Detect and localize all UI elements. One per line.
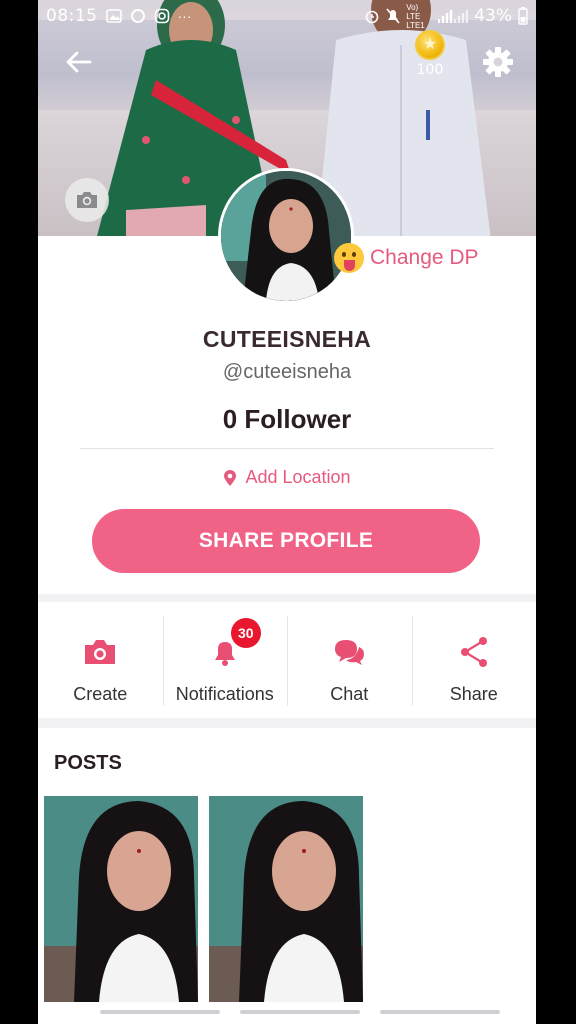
- display-name: CUTEEISNEHA: [202, 326, 372, 352]
- share-label: Share: [449, 684, 498, 704]
- post-thumbnail[interactable]: [44, 796, 198, 1002]
- create-label: Create: [73, 684, 128, 704]
- follower-count[interactable]: 0 Follower: [38, 404, 536, 435]
- posts-section: POSTS: [38, 728, 536, 1024]
- chat-bubbles-icon: [335, 640, 365, 665]
- notifications-button[interactable]: 30 Notifications: [162, 602, 288, 718]
- post-photo: [44, 796, 198, 1002]
- change-dp-button[interactable]: Change DP: [334, 243, 479, 273]
- back-button[interactable]: [58, 44, 98, 80]
- add-location-link[interactable]: Add Location: [38, 467, 536, 488]
- profile-avatar[interactable]: [218, 168, 354, 304]
- location-pin-icon: [224, 469, 237, 486]
- create-button[interactable]: Create: [38, 602, 163, 718]
- bottom-tab-indicator: [240, 1010, 360, 1014]
- alarm-icon: [365, 10, 379, 24]
- share-button[interactable]: Share: [411, 602, 537, 718]
- signal-icon: [438, 10, 469, 23]
- user-handle: @cuteeisneha: [222, 361, 352, 383]
- profile-screen: 08:15 ··· Vo) LTE LTE1 43% 100: [38, 0, 536, 1024]
- status-bar: 08:15 ··· Vo) LTE LTE1 43%: [38, 0, 536, 32]
- coin-icon: [415, 30, 445, 60]
- sync-notification-icon: [130, 9, 145, 23]
- bottom-tab-indicator: [100, 1010, 220, 1014]
- chat-label: Chat: [330, 684, 369, 704]
- more-notifications-icon: ···: [177, 8, 192, 24]
- gallery-notification-icon: [105, 9, 122, 23]
- action-row: Create 30 Notifications Chat Share: [38, 602, 536, 718]
- posts-title: POSTS: [54, 752, 122, 774]
- status-time: 08:15: [46, 6, 98, 26]
- divider: [80, 448, 494, 449]
- back-arrow-icon: [66, 51, 92, 73]
- camera-icon: [77, 192, 97, 208]
- silent-mode-icon: [386, 8, 400, 24]
- battery-icon: [518, 7, 528, 25]
- battery-percent: 43%: [474, 6, 512, 26]
- share-profile-button[interactable]: SHARE PROFILE: [92, 509, 480, 573]
- network-label: Vo) LTE LTE1: [406, 2, 425, 30]
- change-dp-label: Change DP: [370, 246, 479, 269]
- instagram-notification-icon: [154, 8, 169, 24]
- post-thumbnail[interactable]: [209, 796, 363, 1002]
- chat-button[interactable]: Chat: [287, 602, 412, 718]
- camera-icon: [85, 640, 116, 664]
- change-cover-button[interactable]: [65, 178, 109, 222]
- share-icon: [460, 637, 487, 667]
- notifications-label: Notifications: [175, 684, 274, 704]
- coin-count: 100: [416, 62, 444, 78]
- tongue-emoji-icon: [334, 243, 364, 273]
- post-photo: [209, 796, 363, 1002]
- settings-gear-icon[interactable]: [480, 44, 516, 80]
- add-location-label: Add Location: [245, 467, 351, 487]
- coin-balance[interactable]: 100: [410, 30, 450, 78]
- avatar-photo: [221, 171, 351, 301]
- notification-badge: 30: [230, 618, 261, 648]
- bottom-tab-indicator: [380, 1010, 500, 1014]
